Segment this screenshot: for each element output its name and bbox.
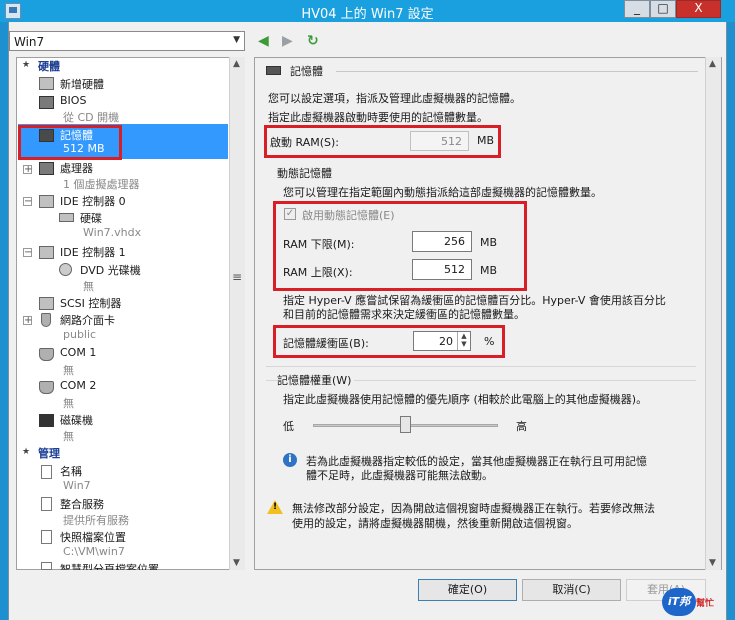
- tree-item-name[interactable]: 名稱: [60, 463, 82, 479]
- integration-services-icon: [41, 497, 52, 511]
- com-port-icon: [39, 348, 54, 361]
- tree-item-add-hardware[interactable]: 新增硬體: [60, 76, 104, 92]
- processor-sub: 1 個虛擬處理器: [63, 178, 140, 191]
- bios-icon: [39, 96, 54, 109]
- warning-mark: !: [273, 502, 278, 512]
- network-sub: public: [63, 328, 97, 341]
- com-port-icon: [39, 381, 54, 394]
- dvd-sub: 無: [83, 280, 94, 293]
- startup-desc: 指定此虛擬機器啟動時要使用的記憶體數量。: [268, 111, 488, 124]
- close-button[interactable]: X: [676, 0, 721, 18]
- tree-item-dvd[interactable]: DVD 光碟機: [80, 262, 141, 278]
- tree-item-ide0[interactable]: IDE 控制器 0: [60, 193, 126, 209]
- vm-select[interactable]: Win7 ▼: [9, 31, 245, 51]
- expand-icon[interactable]: +: [23, 165, 32, 175]
- weight-slider-thumb[interactable]: [400, 416, 411, 433]
- scroll-up-icon[interactable]: ▲: [233, 59, 240, 69]
- snapshot-location-icon: [41, 530, 52, 544]
- com1-sub: 無: [63, 364, 74, 377]
- title-bar: HV04 上的 Win7 設定 _ □ X: [0, 0, 735, 22]
- weight-desc: 指定此虛擬機器使用記憶體的優先順序 (相較於此電腦上的其他虛擬機器)。: [283, 393, 648, 406]
- expand-icon[interactable]: +: [23, 316, 32, 326]
- scroll-down-icon[interactable]: ▼: [233, 558, 240, 568]
- hard-disk-sub: Win7.vhdx: [83, 226, 142, 239]
- info-text-2: 體不足時，此虛擬機器可能無法啟動。: [306, 469, 493, 482]
- memory-desc: 您可以設定選項，指派及管理此虛擬機器的記憶體。: [268, 92, 521, 105]
- management-header: 管理: [38, 447, 60, 460]
- tree-item-scsi[interactable]: SCSI 控制器: [60, 295, 121, 311]
- collapse-icon[interactable]: ★: [22, 447, 30, 457]
- dynamic-title: 動態記憶體: [277, 167, 332, 180]
- logo-sub: 幫忙: [696, 599, 715, 609]
- refresh-icon[interactable]: ↻: [307, 32, 319, 50]
- ok-button[interactable]: 確定(O): [418, 579, 517, 601]
- tree-item-com2[interactable]: COM 2: [60, 379, 96, 392]
- collapse-icon[interactable]: −: [23, 197, 32, 207]
- forward-arrow-icon[interactable]: ▶: [282, 32, 293, 50]
- tree-scrollbar[interactable]: ▲ ▼: [229, 57, 245, 570]
- watermark-logo: iT邦 幫忙: [662, 586, 732, 616]
- floppy-drive-icon: [39, 414, 54, 427]
- chevron-down-icon: ▼: [233, 35, 240, 45]
- tree-item-integration[interactable]: 整合服務: [60, 496, 104, 512]
- name-icon: [41, 465, 52, 479]
- weight-low-label: 低: [283, 420, 294, 433]
- warning-text-2: 使用的設定，請將虛擬機器關機，然後重新開啟這個視窗。: [292, 517, 578, 530]
- network-adapter-icon: [41, 313, 51, 327]
- tree-item-floppy[interactable]: 磁碟機: [60, 412, 93, 428]
- splitter-grip-icon[interactable]: ≡: [232, 270, 242, 284]
- scsi-icon: [39, 297, 54, 310]
- minimize-button[interactable]: _: [624, 0, 650, 18]
- bios-sub: 從 CD 開機: [63, 111, 120, 124]
- cancel-button[interactable]: 取消(C): [522, 579, 621, 601]
- com2-sub: 無: [63, 397, 74, 410]
- tree-item-paging[interactable]: 智慧型分頁檔案位置: [60, 561, 159, 570]
- floppy-sub: 無: [63, 430, 74, 443]
- warning-text-1: 無法修改部分設定，因為開啟這個視窗時虛擬機器正在執行。若要修改無法: [292, 502, 655, 515]
- dynamic-ram-highlight-box: [273, 201, 527, 291]
- tree-item-ide1[interactable]: IDE 控制器 1: [60, 244, 126, 260]
- startup-ram-highlight-box: [264, 125, 501, 158]
- weight-high-label: 高: [516, 420, 527, 433]
- buffer-desc-2: 和目前的記憶體需求來決定緩衝區的記憶體數量。: [283, 308, 525, 321]
- weight-title: 記憶體權重(W): [277, 372, 355, 388]
- scroll-down-icon[interactable]: ▼: [709, 558, 716, 568]
- panel-scrollbar[interactable]: ▲ ▼: [705, 57, 721, 570]
- tree-item-processor[interactable]: 處理器: [60, 160, 93, 176]
- dvd-drive-icon: [59, 263, 72, 276]
- name-sub: Win7: [63, 479, 91, 492]
- back-arrow-icon[interactable]: ◀: [258, 32, 269, 50]
- collapse-icon[interactable]: −: [23, 248, 32, 258]
- scroll-up-icon[interactable]: ▲: [709, 59, 716, 69]
- memory-highlight-box: [18, 125, 122, 160]
- maximize-button[interactable]: □: [650, 0, 676, 18]
- vm-select-value: Win7: [14, 35, 45, 49]
- section-divider: [336, 71, 698, 72]
- integration-sub: 提供所有服務: [63, 514, 129, 527]
- collapse-icon[interactable]: ★: [22, 60, 30, 70]
- tree-item-hard-disk[interactable]: 硬碟: [80, 210, 102, 226]
- tree-item-snapshot[interactable]: 快照檔案位置: [60, 529, 126, 545]
- hardware-header: 硬體: [38, 60, 60, 73]
- logo-text: iT邦: [662, 588, 696, 616]
- hard-disk-icon: [59, 213, 74, 222]
- tree-item-network[interactable]: 網路介面卡: [60, 312, 115, 328]
- buffer-highlight-box: [273, 325, 505, 358]
- dynamic-desc: 您可以管理在指定範圍內動態指派給這部虛擬機器的記憶體數量。: [283, 186, 602, 199]
- processor-icon: [39, 162, 54, 175]
- memory-icon: [266, 66, 281, 75]
- snapshot-sub: C:\VM\win7: [63, 545, 125, 558]
- tree-item-com1[interactable]: COM 1: [60, 346, 96, 359]
- ide-controller-icon: [39, 246, 54, 259]
- info-icon: i: [283, 453, 297, 467]
- add-hardware-icon: [39, 77, 54, 90]
- tree-item-bios[interactable]: BIOS: [60, 94, 86, 107]
- section-title: 記憶體: [290, 65, 323, 78]
- ide-controller-icon: [39, 195, 54, 208]
- paging-file-icon: [41, 562, 52, 570]
